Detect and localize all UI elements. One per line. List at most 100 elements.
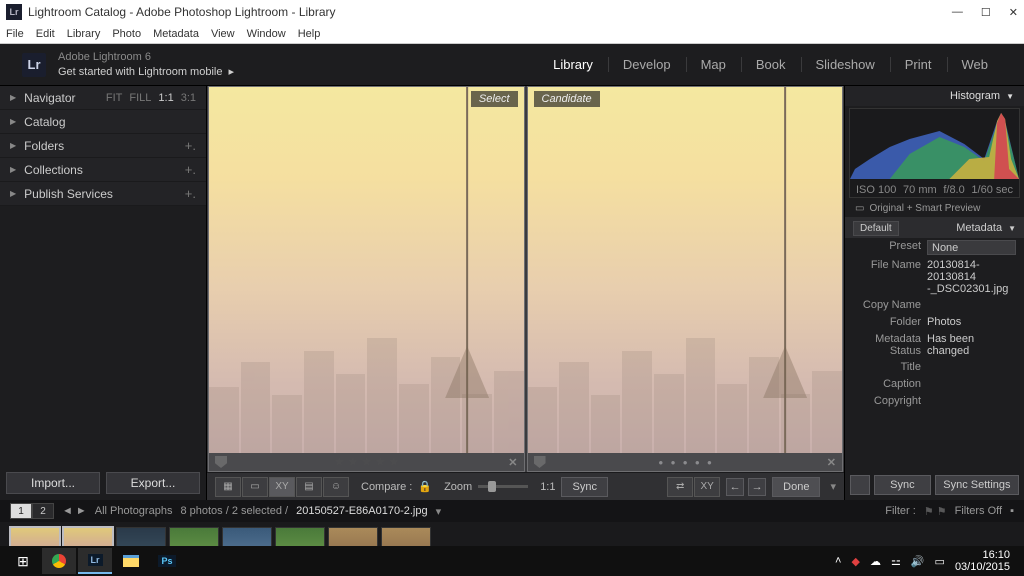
meta-copyname[interactable] bbox=[927, 299, 1016, 312]
sync-toggle-icon[interactable] bbox=[850, 475, 870, 495]
view-people-icon[interactable]: ☺ bbox=[323, 477, 349, 497]
prev-photo-button[interactable]: ← bbox=[726, 478, 744, 496]
select-photo[interactable]: Select ★★★★★ ✕ bbox=[208, 86, 525, 472]
metadata-set-dropdown[interactable]: Default bbox=[853, 221, 899, 236]
nav-fit[interactable]: FIT bbox=[106, 92, 123, 104]
sync-button-center[interactable]: Sync bbox=[561, 477, 607, 497]
task-explorer[interactable] bbox=[114, 548, 148, 574]
module-develop[interactable]: Develop bbox=[608, 57, 685, 72]
module-picker: Library Develop Map Book Slideshow Print… bbox=[539, 57, 1002, 72]
view-compare-icon[interactable]: XY bbox=[269, 477, 295, 497]
compare-label: Compare : bbox=[361, 481, 412, 493]
count-label: 8 photos / 2 selected / bbox=[180, 505, 288, 517]
meta-folder[interactable]: Photos bbox=[927, 316, 1016, 329]
source-label[interactable]: All Photographs bbox=[95, 505, 173, 517]
path-label: 20150527-E86A0170-2.jpg bbox=[296, 505, 428, 517]
nav-1-1[interactable]: 1:1 bbox=[158, 92, 173, 104]
panel-publish[interactable]: ▶Publish Services+. bbox=[0, 182, 206, 206]
brand-line2[interactable]: Get started with Lightroom mobile bbox=[58, 66, 222, 78]
sync-button[interactable]: Sync bbox=[874, 475, 931, 495]
add-publish-icon[interactable]: +. bbox=[185, 186, 196, 201]
maximize-button[interactable]: ☐ bbox=[981, 6, 991, 19]
nav-fill[interactable]: FILL bbox=[129, 92, 151, 104]
view-survey-icon[interactable]: ▤ bbox=[296, 477, 322, 497]
metadata-header[interactable]: Default Metadata▼ bbox=[845, 218, 1024, 238]
clock[interactable]: 16:1003/10/2015 bbox=[955, 549, 1010, 573]
meta-filename[interactable]: 20130814-20130814 -_DSC02301.jpg bbox=[927, 259, 1016, 295]
task-chrome[interactable] bbox=[42, 548, 76, 574]
menu-view[interactable]: View bbox=[211, 28, 235, 40]
lock-icon[interactable]: 🔒 bbox=[418, 480, 432, 493]
add-collection-icon[interactable]: +. bbox=[185, 162, 196, 177]
histogram-header[interactable]: Histogram▼ bbox=[845, 86, 1024, 106]
filter-lock-icon[interactable]: ▪ bbox=[1010, 505, 1014, 517]
disclosure-icon: ▶ bbox=[10, 93, 16, 102]
close-button[interactable]: ✕ bbox=[1009, 6, 1018, 19]
minimize-button[interactable]: — bbox=[952, 6, 963, 19]
meta-title[interactable] bbox=[927, 361, 1016, 374]
rating-dots[interactable]: • • • • • bbox=[552, 455, 821, 470]
import-button[interactable]: Import... bbox=[6, 472, 100, 494]
close-select-button[interactable]: ✕ bbox=[508, 456, 517, 469]
menu-photo[interactable]: Photo bbox=[112, 28, 141, 40]
next-photo-button[interactable]: → bbox=[748, 478, 766, 496]
menu-edit[interactable]: Edit bbox=[36, 28, 55, 40]
view-loupe-icon[interactable]: ▭ bbox=[242, 477, 268, 497]
menu-library[interactable]: Library bbox=[67, 28, 101, 40]
export-button[interactable]: Export... bbox=[106, 472, 200, 494]
tray-volume-icon[interactable]: 🔊 bbox=[911, 555, 925, 568]
module-map[interactable]: Map bbox=[686, 57, 740, 72]
forward-button[interactable]: ► bbox=[76, 505, 87, 517]
tray-up-icon[interactable]: ˄ bbox=[835, 555, 841, 567]
start-button[interactable]: ⊞ bbox=[6, 548, 40, 574]
panel-catalog[interactable]: ▶Catalog bbox=[0, 110, 206, 134]
tray-shield-icon[interactable]: ◆ bbox=[851, 555, 859, 568]
panel-navigator[interactable]: ▶ Navigator FIT FILL 1:1 3:1 bbox=[0, 86, 206, 110]
toolbar-menu-icon[interactable]: ▾ bbox=[830, 480, 836, 493]
taskbar: ⊞ Lr Ps ˄ ◆ ☁ ⚍ 🔊 ▭ 16:1003/10/2015 bbox=[0, 546, 1024, 576]
tray-cloud-icon[interactable]: ☁ bbox=[870, 555, 881, 568]
meta-preset[interactable]: None bbox=[927, 240, 1016, 255]
rating-stars[interactable]: ★★★★★ bbox=[233, 454, 502, 470]
module-print[interactable]: Print bbox=[890, 57, 946, 72]
tray-network-icon[interactable]: ⚍ bbox=[891, 555, 901, 568]
view-grid-icon[interactable]: ▦ bbox=[215, 477, 241, 497]
add-folder-icon[interactable]: +. bbox=[185, 138, 196, 153]
close-candidate-button[interactable]: ✕ bbox=[827, 456, 836, 469]
select-badge: Select bbox=[471, 91, 518, 107]
source-2[interactable]: 2 bbox=[32, 503, 54, 519]
zoom-fit[interactable]: 1:1 bbox=[540, 481, 555, 493]
nav-3-1[interactable]: 3:1 bbox=[181, 92, 196, 104]
panel-collections[interactable]: ▶Collections+. bbox=[0, 158, 206, 182]
menu-window[interactable]: Window bbox=[247, 28, 286, 40]
panel-folders[interactable]: ▶Folders+. bbox=[0, 134, 206, 158]
menu-metadata[interactable]: Metadata bbox=[153, 28, 199, 40]
filters-off[interactable]: Filters Off bbox=[955, 505, 1002, 517]
task-lightroom[interactable]: Lr bbox=[78, 548, 112, 574]
histogram[interactable]: ISO 100 70 mm f/8.0 1/60 sec bbox=[849, 108, 1020, 198]
module-web[interactable]: Web bbox=[947, 57, 1003, 72]
done-button[interactable]: Done bbox=[772, 477, 820, 497]
meta-caption[interactable] bbox=[927, 378, 1016, 391]
candidate-badge: Candidate bbox=[534, 91, 600, 107]
flag-icon[interactable] bbox=[215, 456, 227, 468]
module-book[interactable]: Book bbox=[741, 57, 800, 72]
tray-notes-icon[interactable]: ▭ bbox=[935, 555, 945, 568]
lightroom-logo: Lr bbox=[22, 53, 46, 77]
back-button[interactable]: ◄ bbox=[62, 505, 73, 517]
filter-flags-icon[interactable]: ⚑ ⚑ bbox=[924, 505, 947, 518]
source-1[interactable]: 1 bbox=[10, 503, 32, 519]
meta-copyright[interactable] bbox=[927, 395, 1016, 408]
task-photoshop[interactable]: Ps bbox=[150, 548, 184, 574]
flag-icon[interactable] bbox=[534, 456, 546, 468]
swap-icon[interactable]: ⇄ bbox=[667, 477, 693, 497]
module-slideshow[interactable]: Slideshow bbox=[801, 57, 889, 72]
module-library[interactable]: Library bbox=[539, 57, 607, 72]
menu-file[interactable]: File bbox=[6, 28, 24, 40]
menubar: File Edit Library Photo Metadata View Wi… bbox=[0, 24, 1024, 44]
candidate-photo[interactable]: Candidate • • • • • ✕ bbox=[527, 86, 844, 472]
sync-settings-button[interactable]: Sync Settings bbox=[935, 475, 1019, 495]
make-select-icon[interactable]: XY bbox=[694, 477, 720, 497]
zoom-slider[interactable] bbox=[478, 485, 528, 488]
menu-help[interactable]: Help bbox=[298, 28, 321, 40]
